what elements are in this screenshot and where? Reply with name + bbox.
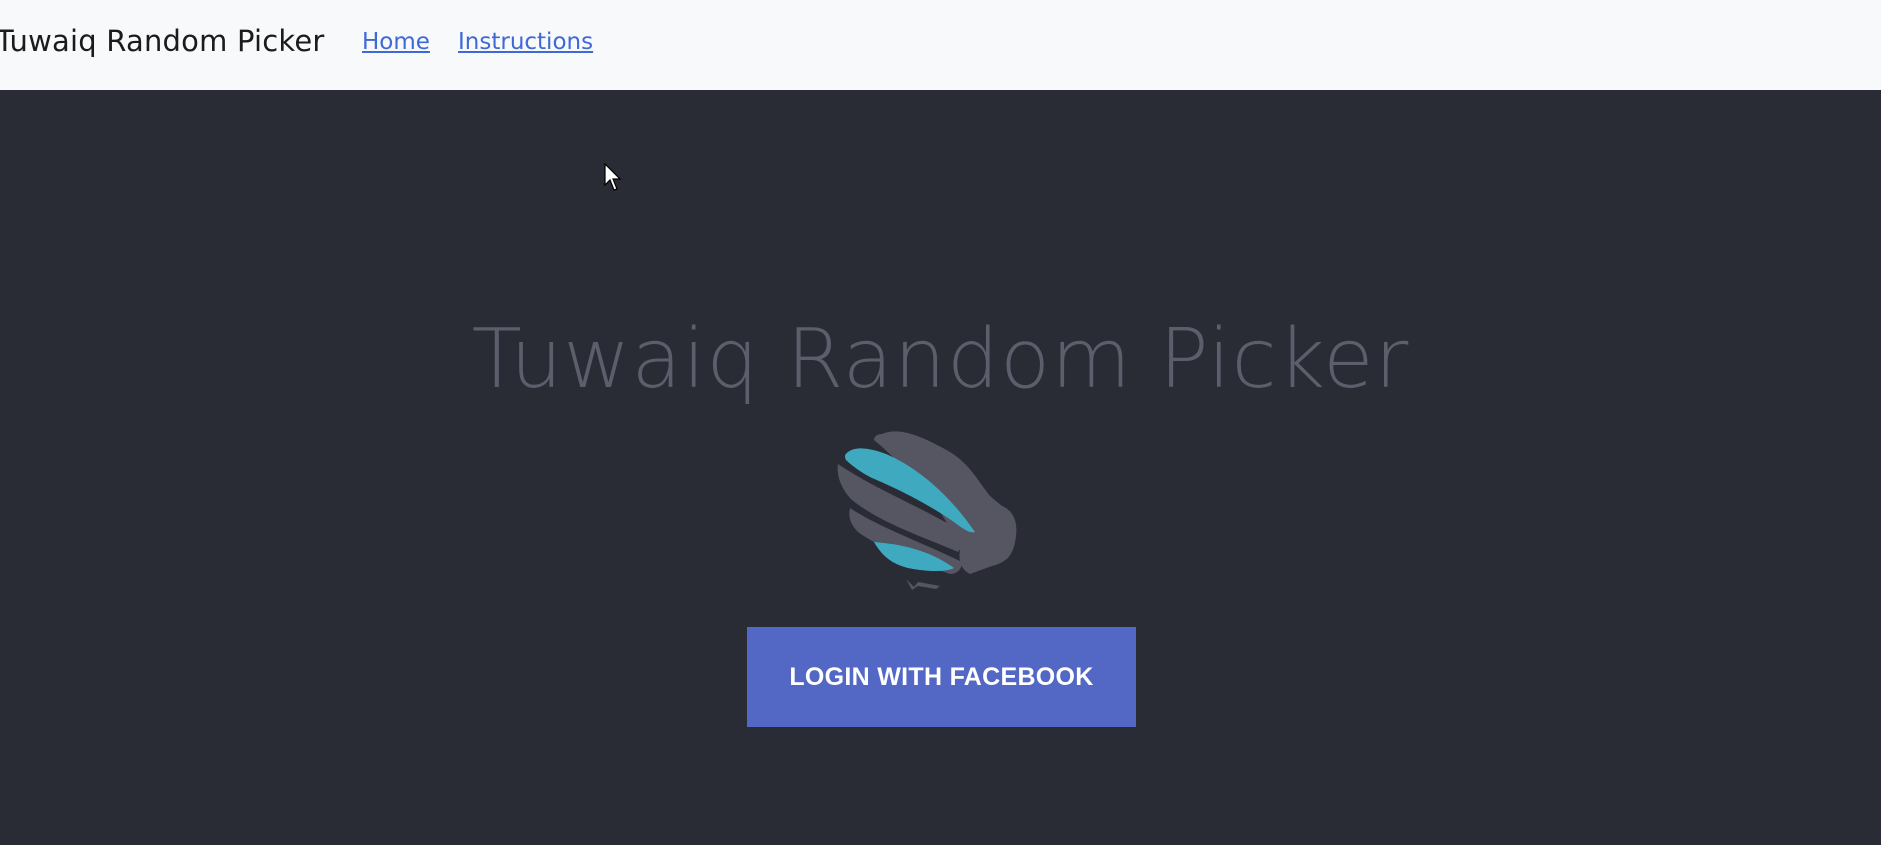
navbar-brand[interactable]: Tuwaiq Random Picker (0, 24, 325, 58)
hero-title: Tuwaiq Random Picker (471, 312, 1410, 407)
falcon-wing-logo-icon (837, 431, 1017, 590)
login-with-facebook-button[interactable]: LOGIN WITH FACEBOOK (747, 627, 1136, 727)
top-navbar: Tuwaiq Random Picker Home Instructions (0, 0, 1881, 90)
nav-link-instructions[interactable]: Instructions (458, 29, 593, 55)
nav-link-home[interactable]: Home (362, 29, 430, 55)
hero-section: Tuwaiq Random Picker LOGIN WITH FACEBOOK (0, 90, 1881, 845)
mouse-pointer-icon (604, 163, 622, 191)
